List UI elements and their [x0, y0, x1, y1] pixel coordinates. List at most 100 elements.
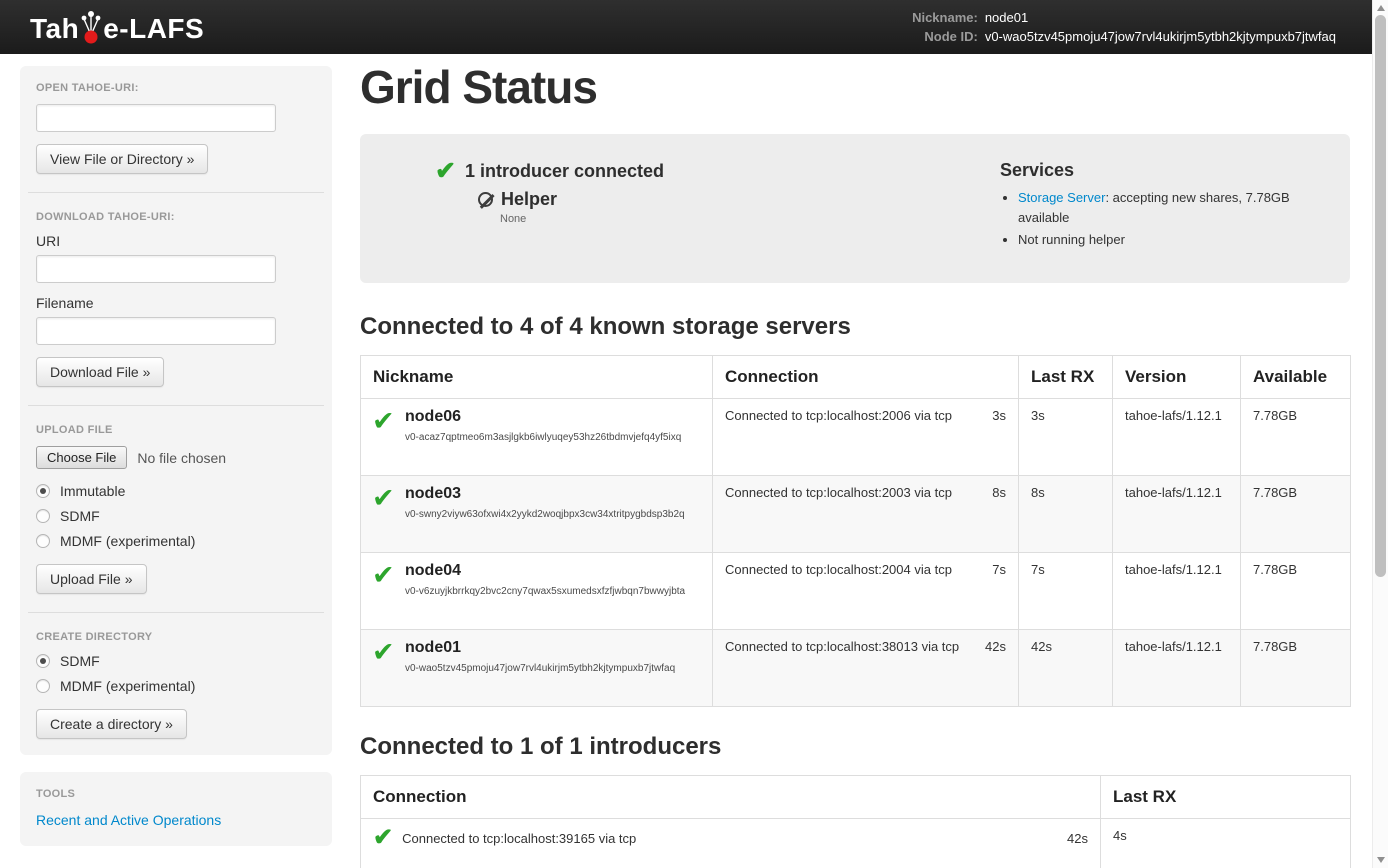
server-last-rx: 42s	[1019, 629, 1113, 706]
connected-check-icon: ✔	[373, 828, 393, 848]
col-intro-connection: Connection	[361, 775, 1101, 818]
server-node-id: v0-acaz7qptmeo6m3asjlgkb6iwlyuqey53hz26t…	[373, 429, 700, 447]
col-available: Available	[1241, 355, 1351, 398]
app-logo: Tah e-LAFS	[30, 10, 204, 45]
introducer-last-rx: 4s	[1101, 818, 1351, 868]
connected-check-icon: ✔	[372, 485, 395, 511]
open-tahoe-uri-input[interactable]	[36, 104, 276, 132]
radio-upload-mdmf[interactable]	[36, 534, 50, 548]
server-nickname: node01	[405, 639, 700, 657]
server-node-id: v0-v6zuyjkbrrkqy2bvc2cny7qwax5sxumedsxfz…	[373, 583, 700, 601]
create-directory-label: CREATE DIRECTORY	[36, 631, 316, 643]
filename-field-label: Filename	[36, 295, 316, 311]
server-connection-text: Connected to tcp:localhost:2006 via tcp	[725, 408, 952, 423]
server-nickname: node06	[405, 408, 700, 426]
view-file-or-directory-button[interactable]: View File or Directory »	[36, 144, 208, 174]
radio-mkdir-sdmf-label: SDMF	[60, 653, 100, 669]
server-connection-text: Connected to tcp:localhost:2004 via tcp	[725, 562, 952, 577]
download-tahoe-uri-label: DOWNLOAD TAHOE-URI:	[36, 211, 316, 223]
upload-file-button[interactable]: Upload File »	[36, 564, 147, 594]
introducer-connection-age: 42s	[1067, 828, 1088, 846]
scrollbar-thumb[interactable]	[1375, 15, 1386, 577]
introducer-connection-text: Connected to tcp:localhost:39165 via tcp	[402, 828, 1059, 846]
server-connection-age: 42s	[985, 639, 1006, 654]
connected-check-icon: ✔	[372, 408, 395, 434]
storage-server-row: ✔ node01 v0-wao5tzv45pmoju47jow7rvl4ukir…	[361, 629, 1351, 706]
uri-input[interactable]	[36, 255, 276, 283]
helper-status-line: Helper	[478, 189, 1000, 210]
storage-table-body: ✔ node06 v0-acaz7qptmeo6m3asjlgkb6iwlyuq…	[361, 398, 1351, 706]
col-last-rx: Last RX	[1019, 355, 1113, 398]
radio-row-mkdir-sdmf[interactable]: SDMF	[36, 653, 316, 669]
introducer-row: ✔ Connected to tcp:localhost:39165 via t…	[361, 818, 1351, 868]
top-navbar: Tah e-LAFS Nickname: node01 Node ID: v0-…	[0, 0, 1388, 54]
server-version: tahoe-lafs/1.12.1	[1113, 552, 1241, 629]
services-title: Services	[1000, 160, 1320, 181]
no-file-chosen-text: No file chosen	[137, 450, 226, 466]
logo-text-suffix: e-LAFS	[103, 13, 204, 45]
sidebar-main-panel: OPEN TAHOE-URI: View File or Directory »…	[20, 66, 332, 755]
filename-input[interactable]	[36, 317, 276, 345]
server-last-rx: 8s	[1019, 475, 1113, 552]
server-available: 7.78GB	[1241, 552, 1351, 629]
server-nickname: node03	[405, 485, 700, 503]
col-version: Version	[1113, 355, 1241, 398]
storage-server-link[interactable]: Storage Server	[1018, 190, 1105, 205]
node-id-label: Node ID:	[912, 28, 978, 45]
introducers-table-body: ✔ Connected to tcp:localhost:39165 via t…	[361, 818, 1351, 868]
radio-row-upload-sdmf[interactable]: SDMF	[36, 508, 316, 524]
col-intro-last-rx: Last RX	[1101, 775, 1351, 818]
divider	[28, 192, 324, 193]
services-list: Storage Server: accepting new shares, 7.…	[1000, 188, 1320, 250]
col-nickname: Nickname	[361, 355, 713, 398]
upload-file-section: UPLOAD FILE Choose File No file chosen I…	[36, 424, 316, 594]
create-directory-button[interactable]: Create a directory »	[36, 709, 187, 739]
vertical-scrollbar[interactable]	[1372, 0, 1388, 868]
node-info: Nickname: node01 Node ID: v0-wao5tzv45pm…	[912, 9, 1336, 45]
server-available: 7.78GB	[1241, 475, 1351, 552]
radio-mkdir-sdmf[interactable]	[36, 654, 50, 668]
not-available-icon	[478, 192, 493, 207]
status-summary: ✔ 1 introducer connected Helper None	[390, 160, 1000, 253]
server-node-id: v0-swny2viyw63ofxwi4x2yykd2woqjbpx3cw34x…	[373, 506, 700, 524]
choose-file-button[interactable]: Choose File	[36, 446, 127, 469]
open-tahoe-uri-label: OPEN TAHOE-URI:	[36, 82, 316, 94]
radio-upload-mdmf-label: MDMF (experimental)	[60, 533, 195, 549]
radio-immutable[interactable]	[36, 484, 50, 498]
service-item-storage: Storage Server: accepting new shares, 7.…	[1018, 188, 1320, 227]
recent-operations-link[interactable]: Recent and Active Operations	[36, 812, 221, 828]
download-file-button[interactable]: Download File »	[36, 357, 164, 387]
upload-file-label: UPLOAD FILE	[36, 424, 316, 436]
logo-text-prefix: Tah	[30, 13, 79, 45]
radio-mkdir-mdmf[interactable]	[36, 679, 50, 693]
tools-panel: TOOLS Recent and Active Operations	[20, 772, 332, 846]
introducer-status-text: 1 introducer connected	[465, 161, 664, 182]
sidebar: OPEN TAHOE-URI: View File or Directory »…	[20, 66, 332, 846]
tools-label: TOOLS	[36, 788, 316, 800]
tahoe-logo-icon	[80, 10, 102, 46]
col-connection: Connection	[713, 355, 1019, 398]
server-connection-text: Connected to tcp:localhost:2003 via tcp	[725, 485, 952, 500]
radio-row-mkdir-mdmf[interactable]: MDMF (experimental)	[36, 678, 316, 694]
server-version: tahoe-lafs/1.12.1	[1113, 398, 1241, 475]
storage-server-row: ✔ node03 v0-swny2viyw63ofxwi4x2yykd2woqj…	[361, 475, 1351, 552]
open-tahoe-uri-section: OPEN TAHOE-URI: View File or Directory »	[36, 82, 316, 174]
scroll-down-arrow-icon[interactable]	[1377, 857, 1385, 863]
server-connection-age: 3s	[992, 408, 1006, 423]
main-content: Grid Status ✔ 1 introducer connected Hel…	[360, 54, 1350, 868]
server-node-id: v0-wao5tzv45pmoju47jow7rvl4ukirjm5ytbh2k…	[373, 660, 700, 678]
radio-row-upload-mdmf[interactable]: MDMF (experimental)	[36, 533, 316, 549]
radio-upload-sdmf[interactable]	[36, 509, 50, 523]
create-directory-section: CREATE DIRECTORY SDMF MDMF (experimental…	[36, 631, 316, 739]
server-nickname: node04	[405, 562, 700, 580]
node-id-value: v0-wao5tzv45pmoju47jow7rvl4ukirjm5ytbh2k…	[985, 28, 1336, 45]
storage-server-row: ✔ node04 v0-v6zuyjkbrrkqy2bvc2cny7qwax5s…	[361, 552, 1351, 629]
page-title: Grid Status	[360, 60, 1350, 114]
nickname-value: node01	[985, 9, 1336, 26]
radio-row-immutable[interactable]: Immutable	[36, 483, 316, 499]
scroll-up-arrow-icon[interactable]	[1377, 5, 1385, 11]
helper-value: None	[500, 213, 1000, 225]
divider	[28, 612, 324, 613]
server-last-rx: 7s	[1019, 552, 1113, 629]
server-available: 7.78GB	[1241, 629, 1351, 706]
